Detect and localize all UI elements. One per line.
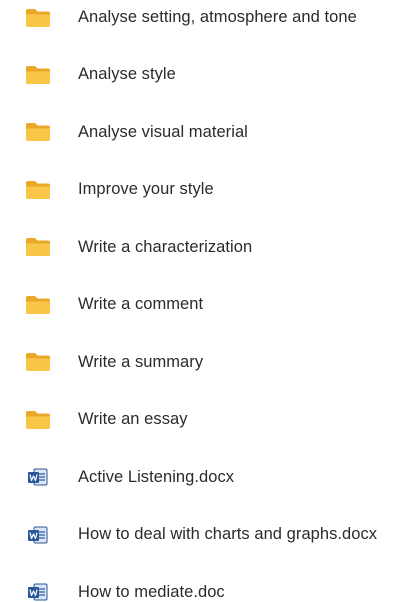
item-name: Write a comment [78,295,204,314]
list-item-folder[interactable]: Write a summary [0,334,418,392]
item-name: Improve your style [78,180,214,199]
word-document-icon [25,582,51,602]
list-item-folder[interactable]: Analyse style [0,46,418,104]
list-item-file[interactable]: How to deal with charts and graphs.docx [0,506,418,564]
list-item-folder[interactable]: Write a characterization [0,219,418,277]
item-name: Analyse style [78,65,176,84]
folder-icon [25,410,51,430]
item-name: How to deal with charts and graphs.docx [78,525,378,544]
list-item-folder[interactable]: Analyse visual material [0,104,418,162]
item-name: Write an essay [78,410,188,429]
folder-icon [25,65,51,85]
word-document-icon [25,525,51,545]
folder-icon [25,237,51,257]
item-name: Analyse setting, atmosphere and tone [78,8,357,27]
item-name: Write a characterization [78,237,253,256]
folder-icon [25,8,51,28]
folder-icon [25,295,51,315]
item-name: Analyse visual material [78,122,248,141]
list-item-folder[interactable]: Write an essay [0,391,418,449]
folder-icon [25,180,51,200]
list-item-folder[interactable]: Write a comment [0,276,418,334]
list-item-folder[interactable]: Analyse setting, atmosphere and tone [0,0,418,47]
item-name: Active Listening.docx [78,467,235,486]
folder-icon [25,122,51,142]
file-list: Analyse setting, atmosphere and tone Ana… [0,0,418,602]
list-item-folder[interactable]: Improve your style [0,161,418,219]
folder-icon [25,352,51,372]
item-name: Write a summary [78,352,204,371]
list-item-file[interactable]: How to mediate.doc [0,564,418,602]
word-document-icon [25,467,51,487]
item-name: How to mediate.doc [78,582,225,601]
list-item-file[interactable]: Active Listening.docx [0,449,418,507]
